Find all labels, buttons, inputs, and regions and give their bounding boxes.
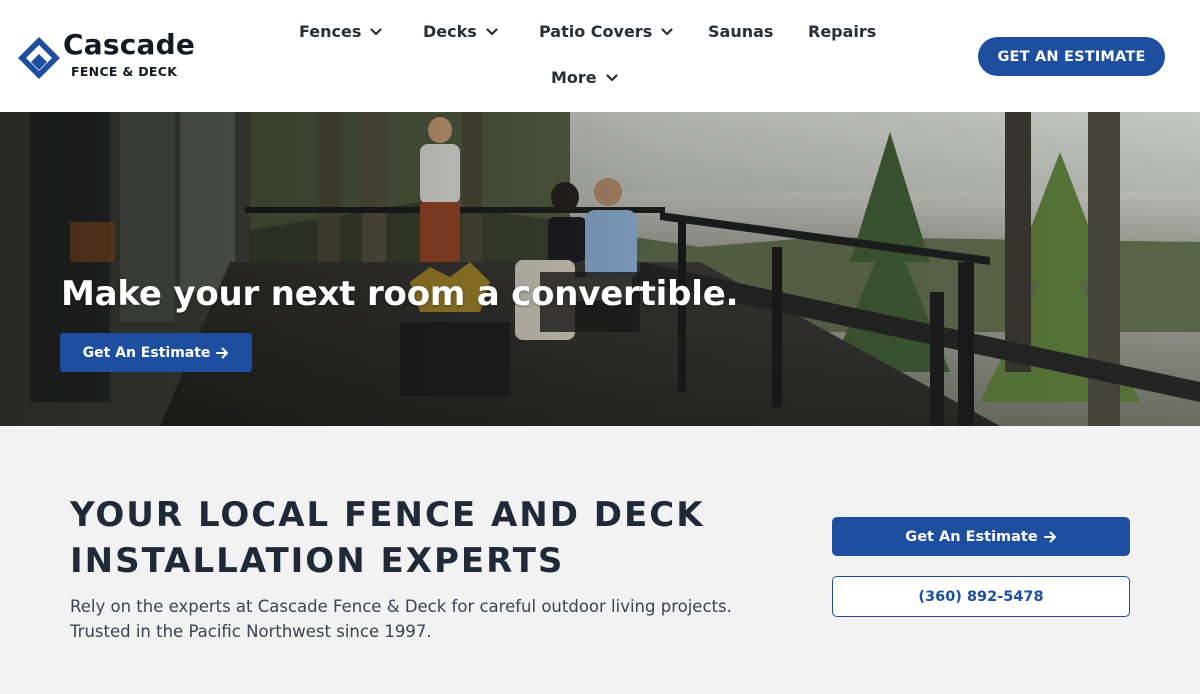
nav-item-saunas[interactable]: Saunas: [708, 22, 773, 41]
arrow-right-icon: [216, 347, 229, 358]
cascade-diamond-logo-icon: [18, 37, 60, 79]
button-label: Get An Estimate: [905, 528, 1038, 545]
nav-item-label: More: [551, 68, 597, 87]
nav-item-label: Saunas: [708, 22, 774, 41]
brand-name: Cascade: [63, 28, 196, 61]
nav-item-fences[interactable]: Fences: [299, 22, 382, 41]
chevron-down-icon: [370, 27, 382, 35]
section-description: Rely on the experts at Cascade Fence & D…: [70, 594, 732, 644]
arrow-right-icon: [1043, 531, 1056, 542]
chevron-down-icon: [486, 27, 498, 35]
nav-item-more[interactable]: More: [551, 68, 618, 87]
header-get-estimate-button[interactable]: GET AN ESTIMATE: [978, 37, 1165, 76]
brand-tagline: FENCE & DECK: [71, 64, 178, 79]
hero-title: Make your next room a convertible.: [61, 274, 739, 314]
nav-item-label: Repairs: [808, 22, 877, 41]
section-description-line-1: Rely on the experts at Cascade Fence & D…: [70, 597, 732, 616]
nav-item-repairs[interactable]: Repairs: [808, 22, 876, 41]
brand-logo[interactable]: Cascade FENCE & DECK: [17, 28, 217, 82]
nav-item-label: Patio Covers: [539, 22, 653, 41]
section-heading-line-2: INSTALLATION EXPERTS: [70, 541, 565, 581]
hero-deck-photo: [0, 112, 1200, 426]
section-get-estimate-button[interactable]: Get An Estimate: [832, 517, 1130, 556]
button-label: Get An Estimate: [82, 344, 211, 361]
nav-item-label: Decks: [423, 22, 477, 41]
hero-banner: Make your next room a convertible. Get A…: [0, 112, 1200, 426]
site-header: Cascade FENCE & DECK Fences Decks Patio …: [0, 0, 1200, 112]
hero-get-estimate-button[interactable]: Get An Estimate: [60, 333, 252, 372]
nav-item-patio-covers[interactable]: Patio Covers: [539, 22, 673, 41]
nav-item-decks[interactable]: Decks: [423, 22, 498, 41]
section-heading-line-1: YOUR LOCAL FENCE AND DECK: [70, 495, 705, 535]
phone-call-button[interactable]: (360) 892-5478: [832, 576, 1130, 617]
nav-item-label: Fences: [299, 22, 362, 41]
chevron-down-icon: [606, 73, 618, 81]
section-description-line-2: Trusted in the Pacific Northwest since 1…: [70, 622, 432, 641]
chevron-down-icon: [661, 27, 673, 35]
section-heading: YOUR LOCAL FENCE AND DECK INSTALLATION E…: [70, 492, 705, 584]
